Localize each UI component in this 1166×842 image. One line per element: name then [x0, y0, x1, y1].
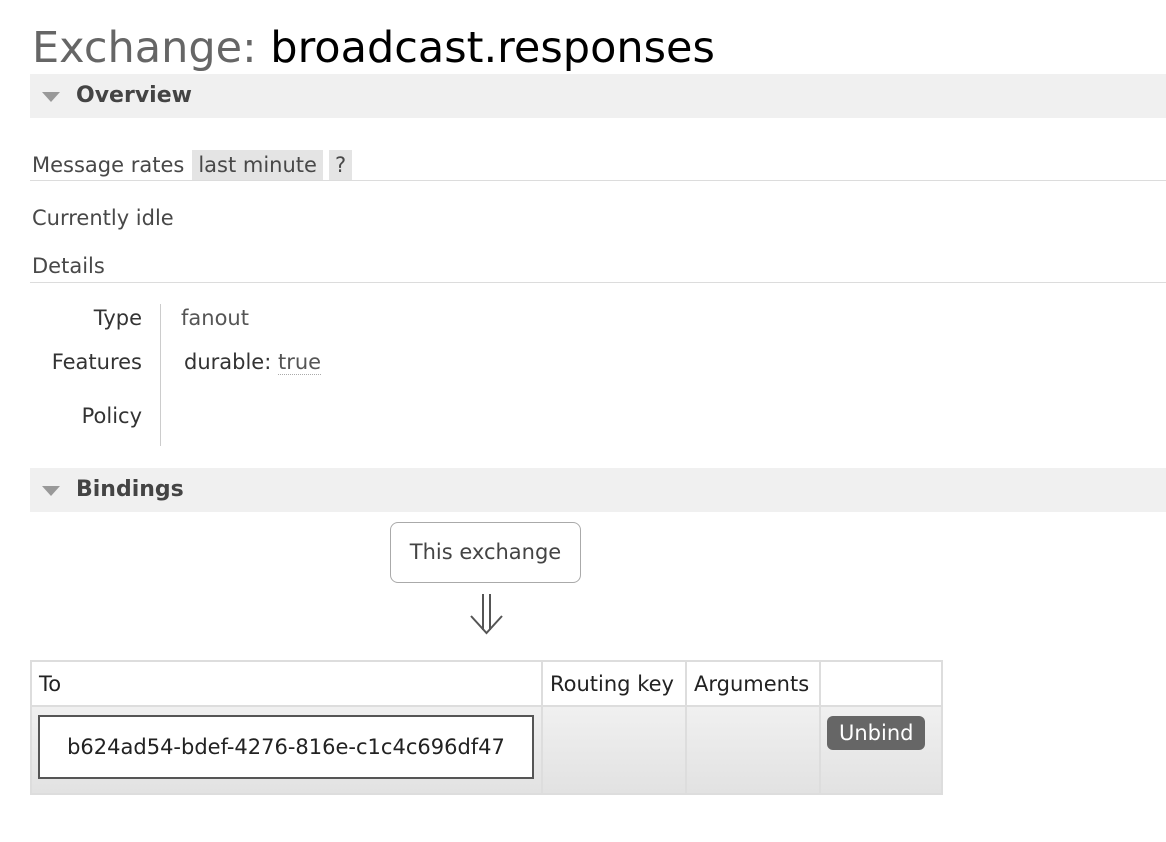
- overview-section-label: Overview: [76, 83, 192, 108]
- column-header-actions: [819, 660, 943, 707]
- details-features-value: durable: true: [184, 348, 322, 376]
- details-type-value: fanout: [181, 306, 249, 330]
- bindings-section-header[interactable]: Bindings: [30, 468, 1166, 512]
- details-heading: Details: [32, 254, 105, 278]
- page-title: Exchange: broadcast.responses: [32, 20, 715, 76]
- details-separator: [160, 304, 161, 446]
- table-row: b624ad54-bdef-4276-816e-c1c4c696df47 Unb…: [30, 705, 943, 795]
- binding-routing-key-cell: [541, 705, 687, 795]
- bindings-table: To Routing key Arguments b624ad54-bdef-4…: [30, 660, 943, 795]
- exchange-name: broadcast.responses: [270, 23, 715, 73]
- binding-arguments-cell: [685, 705, 821, 795]
- feature-durable-value: true: [278, 350, 322, 375]
- details-type-key: Type: [93, 306, 142, 330]
- column-header-to: To: [30, 660, 543, 707]
- this-exchange-node: This exchange: [390, 522, 581, 583]
- details-features-key: Features: [51, 350, 142, 374]
- unbind-button[interactable]: Unbind: [827, 716, 926, 750]
- idle-status: Currently idle: [32, 206, 174, 230]
- binding-actions-cell: Unbind: [819, 705, 943, 795]
- divider: [30, 180, 1166, 181]
- triangle-down-icon: [42, 486, 60, 496]
- rate-period-selector[interactable]: last minute: [192, 150, 323, 181]
- message-rates-row: Message rates last minute ?: [32, 150, 358, 181]
- column-header-arguments: Arguments: [685, 660, 821, 707]
- bindings-section-label: Bindings: [76, 477, 184, 502]
- details-policy-key: Policy: [81, 404, 142, 428]
- table-header-row: To Routing key Arguments: [30, 660, 943, 707]
- message-rates-label: Message rates: [32, 153, 185, 177]
- page-title-prefix: Exchange:: [32, 23, 257, 73]
- divider: [30, 282, 1166, 283]
- double-arrow-down-icon: [470, 594, 503, 635]
- binding-destination-cell: b624ad54-bdef-4276-816e-c1c4c696df47: [30, 705, 543, 795]
- help-button[interactable]: ?: [328, 150, 353, 181]
- overview-section-header[interactable]: Overview: [30, 74, 1166, 118]
- binding-destination-link[interactable]: b624ad54-bdef-4276-816e-c1c4c696df47: [38, 715, 534, 779]
- triangle-down-icon: [42, 92, 60, 102]
- feature-durable-key: durable:: [184, 350, 272, 374]
- column-header-routing-key: Routing key: [541, 660, 687, 707]
